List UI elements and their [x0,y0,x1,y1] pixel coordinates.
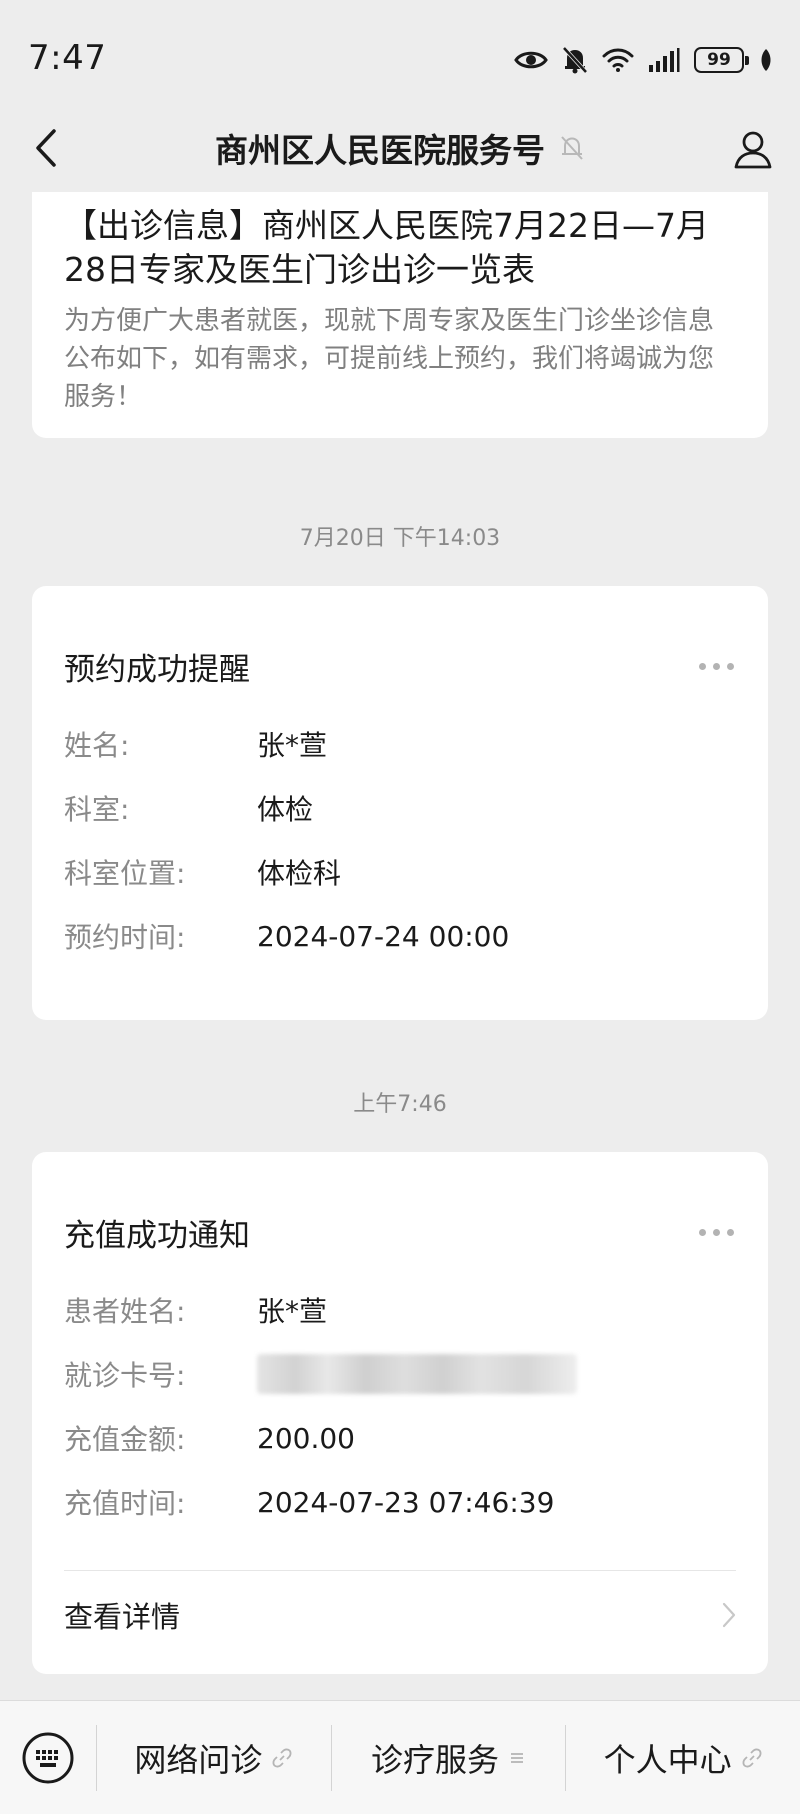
bell-off-icon [562,46,588,74]
status-bar: 7:47 99 [0,0,800,104]
dot-icon [727,662,734,670]
dot-icon [713,662,720,670]
field-row: 预约时间: 2024-07-24 00:00 [64,904,736,968]
field-value: 2024-07-23 07:46:39 [257,1485,555,1519]
menu-label: 个人中心 [603,1740,732,1779]
field-row: 姓名: 张*萱 [64,712,736,776]
notice-header: 预约成功提醒 [64,620,736,712]
mute-bell-icon [559,134,585,162]
title-wrap: 商州区人民医院服务号 [0,124,800,172]
keyboard-icon [22,1732,74,1783]
field-label: 姓名: [64,729,130,762]
link-icon [742,1748,762,1767]
field-value: 2024-07-24 00:00 [257,919,510,953]
notice-title: 充值成功通知 [64,1217,250,1254]
field-row: 患者姓名: 张*萱 [64,1278,736,1342]
field-label: 充值时间: [64,1487,186,1520]
menu-label: 诊疗服务 [371,1740,500,1779]
more-options-button[interactable] [697,653,736,680]
dot-icon [713,1228,720,1236]
card-number-redacted [257,1354,577,1394]
submenu-icon [511,1752,524,1763]
field-value: 张*萱 [257,729,328,762]
status-icons: 99 [514,42,774,78]
field-label: 就诊卡号: [64,1359,186,1392]
title-bar: 商州区人民医院服务号 [0,104,800,192]
view-details-label: 查看详情 [64,1600,181,1634]
field-value: 张*萱 [257,1295,328,1328]
field-label: 科室位置: [64,857,186,890]
battery-level: 99 [707,50,731,70]
appointment-success-card[interactable]: 预约成功提醒 姓名: 张*萱 科室: 体检 科室位置: 体检科 预约时间: 20… [32,586,768,1020]
profile-icon [734,131,772,169]
field-value: 体检科 [257,857,342,890]
menu-medical-services[interactable]: 诊疗服务 [330,1701,566,1814]
field-row: 充值时间: 2024-07-23 07:46:39 [64,1470,736,1534]
chevron-right-icon [722,1602,736,1628]
profile-button[interactable] [728,124,778,174]
leaf-icon [761,49,771,71]
field-label: 预约时间: [64,921,186,954]
eye-icon [514,51,548,69]
field-row: 科室位置: 体检科 [64,840,736,904]
dot-icon [699,662,706,670]
article-title: 【出诊信息】商州区人民医院7月22日—7月28日专家及医生门诊出诊一览表 [64,206,709,289]
field-value: 200.00 [257,1421,355,1455]
notice-header: 充值成功通知 [64,1186,736,1278]
field-label: 患者姓名: [64,1295,186,1328]
article-card[interactable]: 【出诊信息】商州区人民医院7月22日—7月28日专家及医生门诊出诊一览表 为方便… [32,192,768,438]
field-row: 科室: 体检 [64,776,736,840]
field-row: 就诊卡号: [64,1342,736,1406]
dot-icon [727,1228,734,1236]
bottom-menu: 网络问诊 诊疗服务 个人中心 [0,1700,800,1814]
more-options-button[interactable] [697,1219,736,1246]
recharge-success-card[interactable]: 充值成功通知 患者姓名: 张*萱 就诊卡号: 充值金额: 200.00 充值时间… [32,1152,768,1674]
article-summary: 为方便广大患者就医，现就下周专家及医生门诊坐诊信息公布如下，如有需求，可提前线上… [64,306,715,412]
field-label: 充值金额: [64,1423,186,1456]
battery-icon: 99 [694,47,749,73]
status-time: 7:47 [28,38,107,78]
view-details-link[interactable]: 查看详情 [64,1571,736,1659]
signal-icon [649,48,680,72]
keyboard-toggle-button[interactable] [0,1701,96,1814]
dot-icon [699,1228,706,1236]
field-row: 充值金额: 200.00 [64,1406,736,1470]
wifi-icon [602,48,634,72]
field-label: 科室: [64,793,130,826]
notice-title: 预约成功提醒 [64,651,250,688]
menu-online-consultation[interactable]: 网络问诊 [96,1701,331,1814]
menu-label: 网络问诊 [134,1740,263,1779]
link-icon [272,1748,292,1767]
menu-personal-center[interactable]: 个人中心 [565,1701,800,1814]
field-value: 体检 [257,793,314,826]
message-timestamp: 上午7:46 [353,1092,447,1117]
message-timestamp: 7月20日 下午14:03 [299,526,501,551]
page-title: 商州区人民医院服务号 [215,131,545,170]
